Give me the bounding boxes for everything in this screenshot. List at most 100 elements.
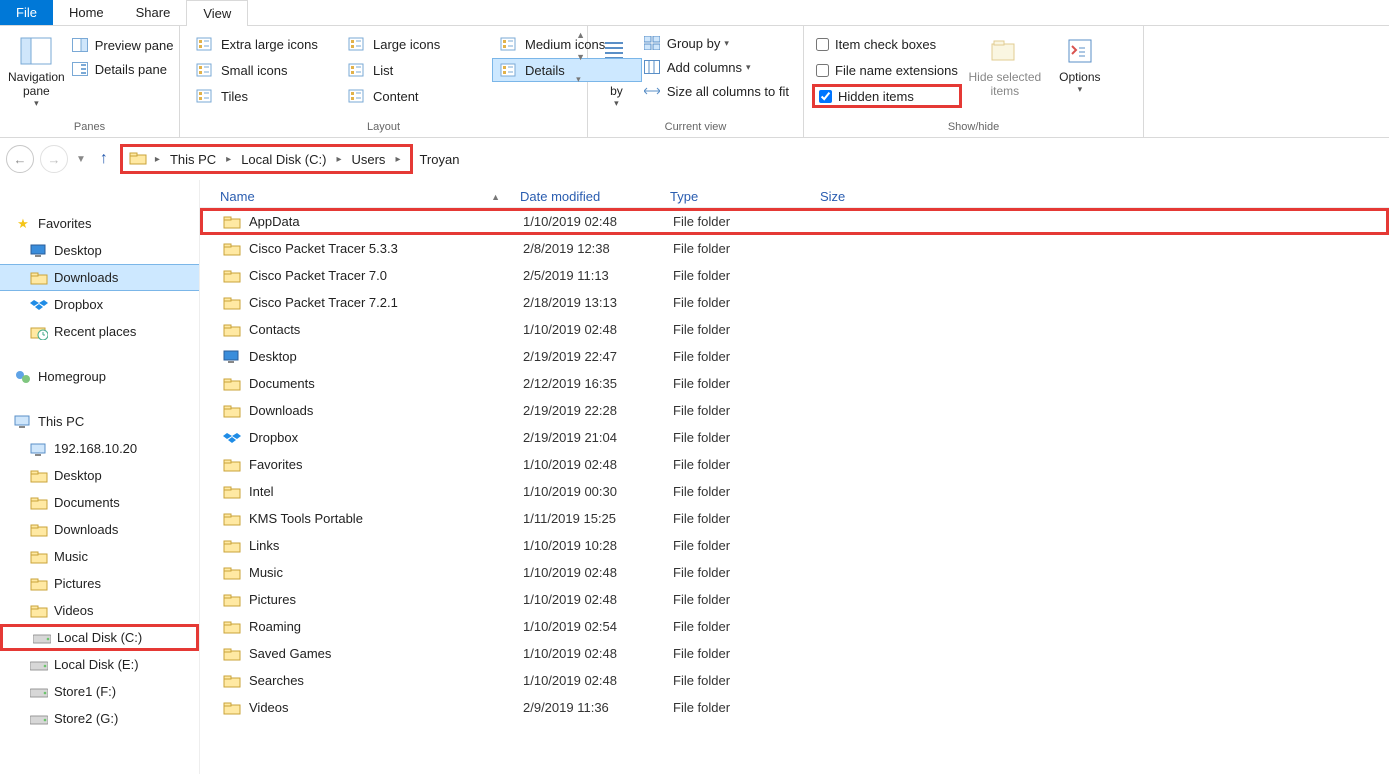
breadcrumb-users[interactable]: Users [345, 147, 391, 171]
file-date: 1/10/2019 10:28 [523, 538, 673, 553]
file-row[interactable]: Links1/10/2019 10:28File folder [200, 532, 1389, 559]
tree-this-pc-label: This PC [38, 414, 84, 429]
file-row[interactable]: Documents2/12/2019 16:35File folder [200, 370, 1389, 397]
layout-scroll-up-icon[interactable]: ▲ [576, 30, 585, 40]
tree-this-pc[interactable]: This PC [0, 408, 199, 435]
layout-more-icon[interactable]: ▾ [576, 74, 585, 85]
file-type: File folder [673, 322, 823, 337]
layout-scroll-down-icon[interactable]: ▼ [576, 52, 585, 62]
file-row[interactable]: Cisco Packet Tracer 5.3.32/8/2019 12:38F… [200, 235, 1389, 262]
file-row[interactable]: Dropbox2/19/2019 21:04File folder [200, 424, 1389, 451]
history-dropdown[interactable]: ▼ [74, 154, 88, 165]
hidden-items-label: Hidden items [838, 89, 914, 104]
hidden-items-checkbox[interactable]: Hidden items [812, 84, 962, 108]
tab-home[interactable]: Home [53, 0, 120, 25]
hide-selected-label: Hide selected items [968, 70, 1041, 98]
tree-favorites[interactable]: ★ Favorites [0, 210, 199, 237]
file-row[interactable]: Cisco Packet Tracer 7.2.12/18/2019 13:13… [200, 289, 1389, 316]
file-name-extensions-checkbox[interactable]: File name extensions [812, 58, 962, 82]
file-name: Cisco Packet Tracer 7.0 [249, 268, 387, 283]
layout-item-label: Large icons [373, 37, 440, 52]
breadcrumb-troyan[interactable]: Troyan [413, 144, 465, 174]
tab-view[interactable]: View [186, 0, 248, 26]
details-pane-button[interactable]: Details pane [65, 58, 180, 80]
layout-extra-large-icons[interactable]: Extra large icons [188, 32, 338, 56]
tree-pc-store1-f-[interactable]: Store1 (F:) [0, 678, 199, 705]
file-row[interactable]: Saved Games1/10/2019 02:48File folder [200, 640, 1389, 667]
address-bar[interactable]: ▸ This PC ▸ Local Disk (C:) ▸ Users ▸ Tr… [120, 144, 466, 174]
group-by-button[interactable]: Group by ▾ [637, 32, 795, 54]
column-size[interactable]: Size [820, 189, 920, 204]
layout-list[interactable]: List [340, 58, 490, 82]
tree-pc-documents[interactable]: Documents [0, 489, 199, 516]
tree-pc-downloads[interactable]: Downloads [0, 516, 199, 543]
file-row[interactable]: Downloads2/19/2019 22:28File folder [200, 397, 1389, 424]
file-rows: AppData1/10/2019 02:48File folderCisco P… [200, 208, 1389, 721]
chevron-right-icon[interactable]: ▸ [332, 154, 345, 165]
preview-pane-button[interactable]: Preview pane [65, 34, 180, 56]
tree-fav-dropbox[interactable]: Dropbox [0, 291, 199, 318]
forward-button[interactable]: → [40, 145, 68, 173]
back-button[interactable]: ← [6, 145, 34, 173]
breadcrumb-local-disk-c[interactable]: Local Disk (C:) [235, 147, 332, 171]
column-date[interactable]: Date modified [520, 189, 670, 204]
tree-pc-desktop[interactable]: Desktop [0, 462, 199, 489]
tree-homegroup[interactable]: Homegroup [0, 363, 199, 390]
tree-pc-music[interactable]: Music [0, 543, 199, 570]
layout-small-icons[interactable]: Small icons [188, 58, 338, 82]
file-row[interactable]: Roaming1/10/2019 02:54File folder [200, 613, 1389, 640]
size-all-columns-button[interactable]: Size all columns to fit [637, 80, 795, 102]
tab-file[interactable]: File [0, 0, 53, 25]
tree-item-label: Store1 (F:) [54, 684, 116, 699]
file-row[interactable]: Contacts1/10/2019 02:48File folder [200, 316, 1389, 343]
tree-fav-recent-places[interactable]: Recent places [0, 318, 199, 345]
column-type[interactable]: Type [670, 189, 820, 204]
file-row[interactable]: Videos2/9/2019 11:36File folder [200, 694, 1389, 721]
column-name[interactable]: Name▲ [200, 189, 520, 204]
file-row[interactable]: KMS Tools Portable1/11/2019 15:25File fo… [200, 505, 1389, 532]
hide-selected-items-button[interactable]: Hide selected items [962, 30, 1048, 98]
file-row[interactable]: Music1/10/2019 02:48File folder [200, 559, 1389, 586]
tree-pc-192-168-10-20[interactable]: 192.168.10.20 [0, 435, 199, 462]
add-columns-button[interactable]: Add columns ▾ [637, 56, 795, 78]
chevron-right-icon[interactable]: ▸ [151, 154, 164, 165]
navigation-pane-button[interactable]: Navigation pane ▾ [8, 30, 65, 109]
file-row[interactable]: Cisco Packet Tracer 7.02/5/2019 11:13Fil… [200, 262, 1389, 289]
file-row[interactable]: Favorites1/10/2019 02:48File folder [200, 451, 1389, 478]
file-date: 2/12/2019 16:35 [523, 376, 673, 391]
tree-pc-pictures[interactable]: Pictures [0, 570, 199, 597]
layout-icon [347, 35, 365, 53]
layout-content[interactable]: Content [340, 84, 490, 108]
tree-item-label: Local Disk (C:) [57, 630, 142, 645]
file-row[interactable]: Pictures1/10/2019 02:48File folder [200, 586, 1389, 613]
tree-pc-local-disk-c-[interactable]: Local Disk (C:) [0, 624, 199, 651]
breadcrumb-this-pc[interactable]: This PC [164, 147, 222, 171]
details-pane-label: Details pane [95, 62, 167, 77]
file-row[interactable]: Desktop2/19/2019 22:47File folder [200, 343, 1389, 370]
layout-large-icons[interactable]: Large icons [340, 32, 490, 56]
group-layout-label: Layout [188, 119, 579, 135]
file-row[interactable]: AppData1/10/2019 02:48File folder [200, 208, 1389, 235]
file-row[interactable]: Intel1/10/2019 00:30File folder [200, 478, 1389, 505]
layout-tiles[interactable]: Tiles [188, 84, 338, 108]
item-check-boxes-checkbox[interactable]: Item check boxes [812, 32, 962, 56]
tree-pc-videos[interactable]: Videos [0, 597, 199, 624]
file-date: 1/10/2019 00:30 [523, 484, 673, 499]
tree-pc-local-disk-e-[interactable]: Local Disk (E:) [0, 651, 199, 678]
tree-fav-downloads[interactable]: Downloads [0, 264, 199, 291]
tab-share[interactable]: Share [120, 0, 187, 25]
tree-pc-store2-g-[interactable]: Store2 (G:) [0, 705, 199, 732]
chevron-right-icon[interactable]: ▸ [222, 154, 235, 165]
tree-item-icon [33, 629, 51, 647]
up-button[interactable]: ↑ [94, 150, 114, 168]
options-button[interactable]: Options ▾ [1048, 30, 1112, 95]
file-type: File folder [673, 673, 823, 688]
tree-fav-desktop[interactable]: Desktop [0, 237, 199, 264]
homegroup-icon [14, 368, 32, 386]
file-date: 2/19/2019 22:47 [523, 349, 673, 364]
chevron-right-icon[interactable]: ▸ [391, 154, 404, 165]
file-row[interactable]: Searches1/10/2019 02:48File folder [200, 667, 1389, 694]
layout-medium-icons[interactable]: Medium icons [492, 32, 642, 56]
column-headers: Name▲ Date modified Type Size [200, 180, 1389, 208]
layout-details[interactable]: Details [492, 58, 642, 82]
